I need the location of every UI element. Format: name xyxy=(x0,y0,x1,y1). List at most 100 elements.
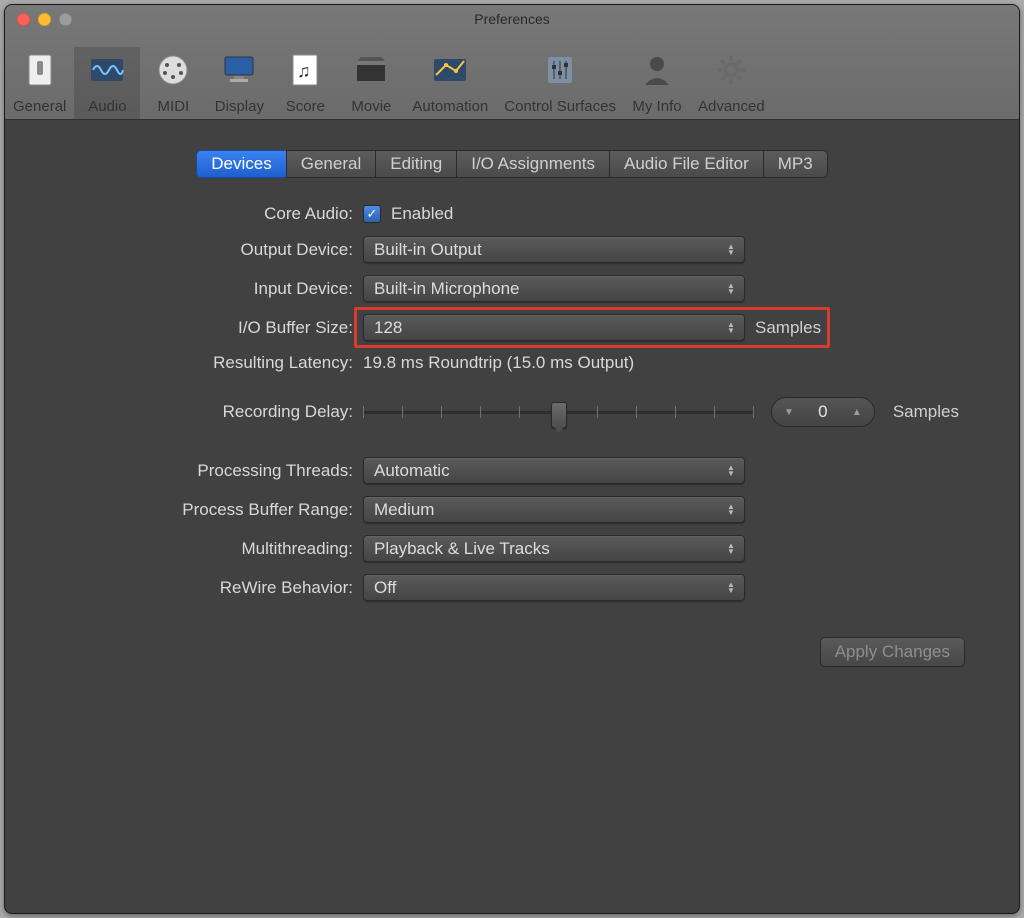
chevron-updown-icon: ▲▼ xyxy=(722,237,740,262)
toolbar-label-automation: Automation xyxy=(412,98,488,115)
label-processing-threads: Processing Threads: xyxy=(35,461,363,481)
chevron-updown-icon: ▲▼ xyxy=(722,536,740,561)
slider-tick xyxy=(636,406,637,418)
tab-editing[interactable]: Editing xyxy=(375,150,457,178)
stepper-down-icon[interactable]: ▼ xyxy=(778,407,800,418)
advanced-icon xyxy=(698,47,765,93)
io-buffer-dropdown[interactable]: 128 ▲▼ xyxy=(363,314,745,341)
output-device-dropdown[interactable]: Built-in Output ▲▼ xyxy=(363,236,745,263)
tab-audio-file-editor[interactable]: Audio File Editor xyxy=(609,150,764,178)
label-rewire: ReWire Behavior: xyxy=(35,578,363,598)
row-resulting-latency: Resulting Latency: 19.8 ms Roundtrip (15… xyxy=(35,353,989,373)
toolbar-label-general: General xyxy=(13,98,66,115)
row-processing-threads: Processing Threads: Automatic ▲▼ xyxy=(35,457,989,484)
slider-tick xyxy=(597,406,598,418)
toolbar-item-midi[interactable]: MIDI xyxy=(140,47,206,119)
myinfo-icon xyxy=(632,47,682,93)
toolbar-item-controlsurfaces[interactable]: Control Surfaces xyxy=(496,47,624,119)
titlebar: Preferences General Audio MIDI Display ♫ Scor… xyxy=(5,5,1019,120)
svg-text:♫: ♫ xyxy=(297,61,311,81)
row-input-device: Input Device: Built-in Microphone ▲▼ xyxy=(35,275,989,302)
rewire-value: Off xyxy=(374,578,396,598)
tab-i-o-assignments[interactable]: I/O Assignments xyxy=(456,150,610,178)
toolbar-item-movie[interactable]: Movie xyxy=(338,47,404,119)
row-core-audio: Core Audio: ✓ Enabled xyxy=(35,204,989,224)
processing-threads-dropdown[interactable]: Automatic ▲▼ xyxy=(363,457,745,484)
chevron-updown-icon: ▲▼ xyxy=(722,575,740,600)
core-audio-value: Enabled xyxy=(391,204,453,224)
chevron-updown-icon: ▲▼ xyxy=(722,276,740,301)
slider-tick xyxy=(519,406,520,418)
slider-thumb[interactable] xyxy=(551,402,567,428)
row-io-buffer: I/O Buffer Size: 128 ▲▼ Samples xyxy=(35,314,989,341)
process-buffer-dropdown[interactable]: Medium ▲▼ xyxy=(363,496,745,523)
window-title: Preferences xyxy=(5,5,1019,27)
row-multithreading: Multithreading: Playback & Live Tracks ▲… xyxy=(35,535,989,562)
preferences-body: DevicesGeneralEditingI/O AssignmentsAudi… xyxy=(5,120,1019,601)
toolbar-label-midi: MIDI xyxy=(148,98,198,115)
toolbar-label-score: Score xyxy=(280,98,330,115)
rewire-dropdown[interactable]: Off ▲▼ xyxy=(363,574,745,601)
stepper-up-icon[interactable]: ▲ xyxy=(846,407,868,418)
toolbar-label-controlsurfaces: Control Surfaces xyxy=(504,98,616,115)
tab-devices[interactable]: Devices xyxy=(196,150,286,178)
midi-icon xyxy=(148,47,198,93)
recording-delay-suffix: Samples xyxy=(893,402,959,422)
recording-delay-stepper[interactable]: ▼ 0 ▲ xyxy=(771,397,875,427)
slider-tick xyxy=(441,406,442,418)
toolbar-item-advanced[interactable]: Advanced xyxy=(690,47,773,119)
label-io-buffer: I/O Buffer Size: xyxy=(35,318,363,338)
label-resulting-latency: Resulting Latency: xyxy=(35,353,363,373)
slider-tick xyxy=(753,406,754,418)
multithreading-dropdown[interactable]: Playback & Live Tracks ▲▼ xyxy=(363,535,745,562)
close-icon[interactable] xyxy=(17,13,30,26)
preferences-window: Preferences General Audio MIDI Display ♫ Scor… xyxy=(4,4,1020,914)
io-buffer-value: 128 xyxy=(374,318,402,338)
recording-delay-value: 0 xyxy=(800,402,846,422)
label-input-device: Input Device: xyxy=(35,279,363,299)
slider-tick xyxy=(675,406,676,418)
movie-icon xyxy=(346,47,396,93)
zoom-icon[interactable] xyxy=(59,13,72,26)
multithreading-value: Playback & Live Tracks xyxy=(374,539,550,559)
score-icon: ♫ xyxy=(280,47,330,93)
toolbar-item-score[interactable]: ♫ Score xyxy=(272,47,338,119)
chevron-updown-icon: ▲▼ xyxy=(722,458,740,483)
tab-general[interactable]: General xyxy=(286,150,376,178)
toolbar-label-audio: Audio xyxy=(82,98,132,115)
window-controls xyxy=(17,13,72,26)
io-buffer-suffix: Samples xyxy=(755,318,821,338)
label-process-buffer: Process Buffer Range: xyxy=(35,500,363,520)
controlsurfaces-icon xyxy=(504,47,616,93)
recording-delay-slider[interactable] xyxy=(363,400,753,424)
toolbar-item-audio[interactable]: Audio xyxy=(74,47,140,119)
chevron-updown-icon: ▲▼ xyxy=(722,497,740,522)
apply-changes-button[interactable]: Apply Changes xyxy=(820,637,965,667)
resulting-latency-value: 19.8 ms Roundtrip (15.0 ms Output) xyxy=(363,353,634,373)
label-multithreading: Multithreading: xyxy=(35,539,363,559)
process-buffer-value: Medium xyxy=(374,500,434,520)
core-audio-checkbox[interactable]: ✓ xyxy=(363,205,381,223)
toolbar: General Audio MIDI Display ♫ Score Movie Automa… xyxy=(5,37,1019,119)
toolbar-item-display[interactable]: Display xyxy=(206,47,272,119)
slider-tick xyxy=(363,406,364,418)
row-rewire: ReWire Behavior: Off ▲▼ xyxy=(35,574,989,601)
toolbar-label-myinfo: My Info xyxy=(632,98,682,115)
toolbar-label-advanced: Advanced xyxy=(698,98,765,115)
tabbar: DevicesGeneralEditingI/O AssignmentsAudi… xyxy=(35,150,989,178)
toolbar-label-display: Display xyxy=(214,98,264,115)
devices-form: Core Audio: ✓ Enabled Output Device: Bui… xyxy=(35,204,989,601)
minimize-icon[interactable] xyxy=(38,13,51,26)
slider-tick xyxy=(714,406,715,418)
row-process-buffer: Process Buffer Range: Medium ▲▼ xyxy=(35,496,989,523)
toolbar-item-general[interactable]: General xyxy=(5,47,74,119)
toolbar-item-automation[interactable]: Automation xyxy=(404,47,496,119)
processing-threads-value: Automatic xyxy=(374,461,450,481)
input-device-dropdown[interactable]: Built-in Microphone ▲▼ xyxy=(363,275,745,302)
chevron-updown-icon: ▲▼ xyxy=(722,315,740,340)
tab-mp3[interactable]: MP3 xyxy=(763,150,828,178)
audio-icon xyxy=(82,47,132,93)
label-recording-delay: Recording Delay: xyxy=(35,402,363,422)
toolbar-item-myinfo[interactable]: My Info xyxy=(624,47,690,119)
row-recording-delay: Recording Delay: ▼ 0 ▲ Samples xyxy=(35,397,989,427)
